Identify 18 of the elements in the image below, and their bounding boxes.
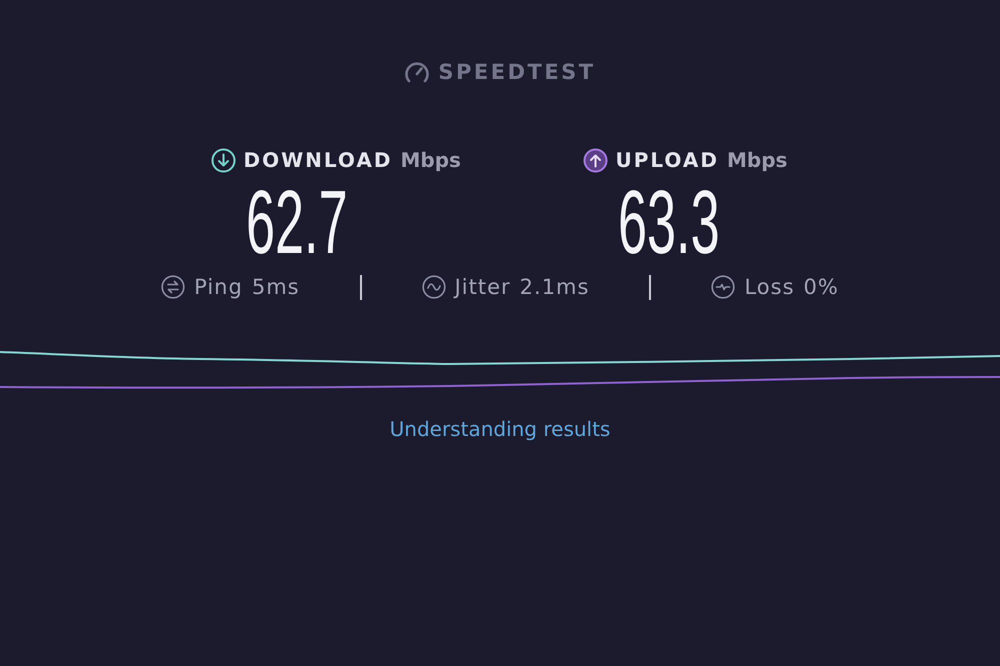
metric-value: 2.1ms (520, 274, 590, 300)
metric-label: Jitter (454, 274, 511, 300)
unit-label: Mbps (726, 147, 788, 173)
metric-label: Loss (744, 274, 795, 300)
metric-value: 5ms (252, 274, 300, 300)
speed-value: 63.3 (618, 178, 720, 268)
logo-text: SPEEDTEST (438, 59, 596, 86)
arrows-circle-icon (161, 275, 186, 299)
metric-label: Ping (194, 274, 243, 300)
result-label: UPLOAD (616, 147, 719, 173)
pulse-circle-icon (711, 275, 736, 299)
wave-circle-icon (422, 275, 446, 299)
understanding-results-link[interactable]: Understanding results (390, 417, 610, 441)
metric-value: 0% (804, 274, 839, 300)
speed-value: 62.7 (246, 178, 348, 268)
gauge-icon (404, 60, 430, 84)
result-label: DOWNLOAD (244, 147, 392, 173)
unit-label: Mbps (400, 147, 461, 173)
